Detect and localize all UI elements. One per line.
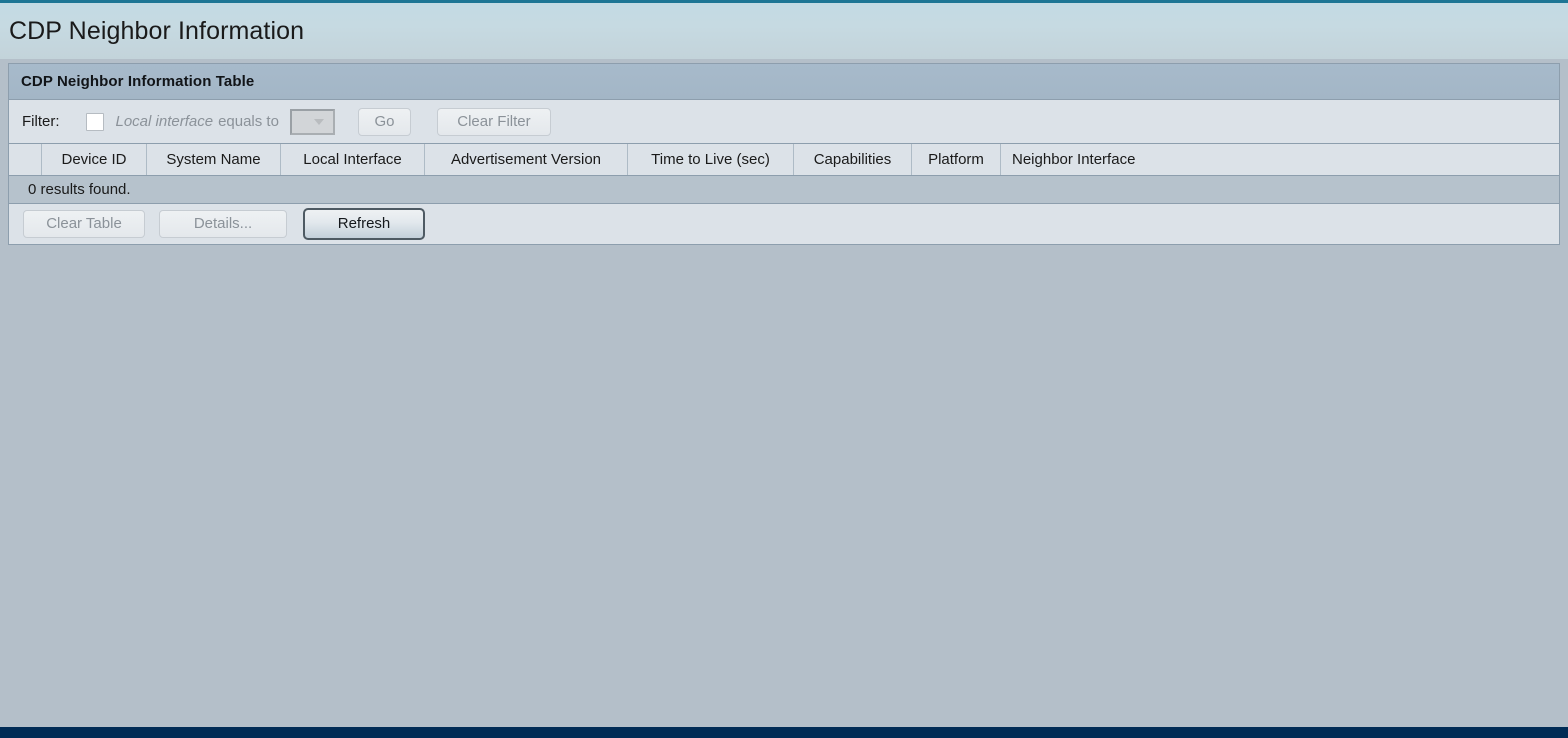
table-header-capabilities[interactable]: Capabilities: [794, 144, 912, 175]
details-button[interactable]: Details...: [159, 210, 287, 238]
table-header-system-name[interactable]: System Name: [147, 144, 281, 175]
panel-title: CDP Neighbor Information Table: [21, 73, 255, 90]
chevron-down-icon: [313, 118, 324, 125]
filter-enable-checkbox[interactable]: [85, 112, 104, 131]
refresh-button[interactable]: Refresh: [303, 208, 425, 240]
filter-criteria-field-label: Local interface: [115, 113, 214, 130]
filter-row: Filter: Local interface equals to Go Cle…: [9, 100, 1559, 144]
bottom-status-bar: [0, 727, 1568, 738]
table-header-neighbor-interface[interactable]: Neighbor Interface: [1001, 144, 1559, 175]
cdp-neighbor-information-panel: CDP Neighbor Information Table Filter: L…: [8, 63, 1560, 245]
table-header-platform[interactable]: Platform: [912, 144, 1001, 175]
clear-table-button[interactable]: Clear Table: [23, 210, 145, 238]
page-title: CDP Neighbor Information: [9, 17, 305, 45]
table-header-time-to-live[interactable]: Time to Live (sec): [628, 144, 794, 175]
action-button-row: Clear Table Details... Refresh: [9, 204, 1559, 244]
clear-filter-button[interactable]: Clear Filter: [436, 107, 551, 136]
table-header-select-all-column[interactable]: [9, 144, 42, 175]
page-header: CDP Neighbor Information: [0, 3, 1568, 59]
table-header-row: Device ID System Name Local Interface Ad…: [9, 144, 1559, 176]
filter-go-button[interactable]: Go: [357, 107, 411, 136]
table-header-advertisement-version[interactable]: Advertisement Version: [425, 144, 628, 175]
table-header-device-id[interactable]: Device ID: [42, 144, 147, 175]
filter-local-interface-select[interactable]: [289, 108, 335, 135]
app-root: CDP Neighbor Information CDP Neighbor In…: [0, 0, 1568, 738]
panel-titlebar: CDP Neighbor Information Table: [9, 64, 1559, 100]
filter-criteria-operator-label: equals to: [218, 113, 279, 130]
results-summary-row: 0 results found.: [9, 176, 1559, 204]
filter-label: Filter:: [22, 113, 60, 130]
results-count-text: 0 results found.: [28, 181, 131, 198]
table-header-local-interface[interactable]: Local Interface: [281, 144, 425, 175]
